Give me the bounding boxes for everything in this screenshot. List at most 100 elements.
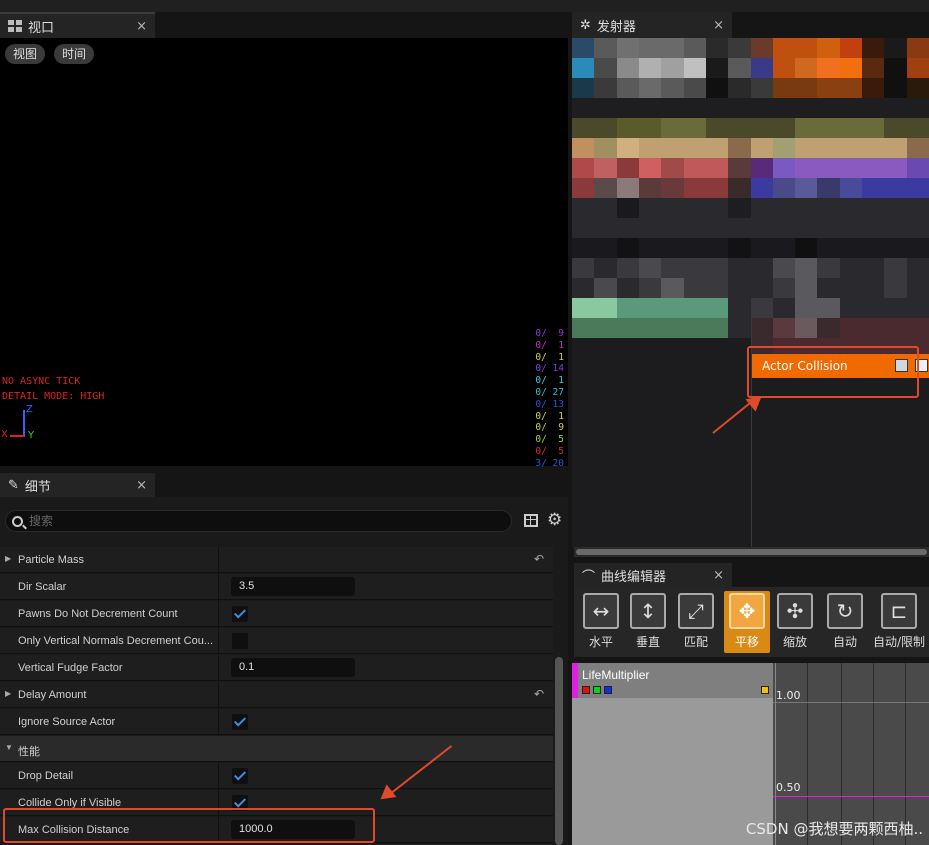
axis-y-label: Y bbox=[28, 430, 35, 441]
property-checkbox[interactable] bbox=[232, 768, 248, 784]
curve-icon: ⌒ bbox=[582, 569, 596, 585]
property-checkbox[interactable] bbox=[232, 606, 248, 622]
property-row-category[interactable]: ▼ 性能 bbox=[0, 736, 553, 762]
tool-label: 缩放 bbox=[782, 635, 807, 649]
tool-label: 平移 bbox=[734, 635, 759, 649]
property-row-only-vertical-normals-decrement-cou[interactable]: Only Vertical Normals Decrement Cou... bbox=[0, 628, 553, 654]
tool-fit-button[interactable]: ⤢ 匹配 bbox=[673, 591, 719, 653]
tab-details[interactable]: ✎ 细节 × bbox=[0, 473, 155, 497]
highlight-box bbox=[747, 346, 919, 398]
stat-line: 0/ 27 bbox=[535, 386, 564, 398]
tool-auto-tangent-button[interactable]: ↻ 自动 bbox=[822, 591, 868, 653]
tab-curve-editor-label: 曲线编辑器 bbox=[601, 569, 667, 585]
y-axis-label: 1.00 bbox=[776, 689, 801, 702]
stat-line: 0/ 9 bbox=[535, 328, 564, 339]
stat-line: 0/ 5 bbox=[535, 445, 564, 457]
emitter-icon: ✲ bbox=[580, 17, 591, 33]
property-row-delay-amount[interactable]: ▶ Delay Amount ↶ bbox=[0, 682, 553, 708]
tool-label: 水平 bbox=[588, 635, 613, 649]
property-checkbox[interactable] bbox=[232, 714, 248, 730]
reset-icon[interactable]: ↶ bbox=[534, 687, 544, 701]
stat-line: 0/ 1 bbox=[535, 339, 564, 351]
curve-channel-g[interactable] bbox=[593, 686, 601, 694]
tool-fit-vertical-button[interactable]: ↕ 垂直 bbox=[625, 591, 671, 653]
view-button[interactable]: 视图 bbox=[5, 44, 46, 64]
property-label: Vertical Fudge Factor bbox=[18, 662, 123, 674]
property-row-dir-scalar[interactable]: Dir Scalar 3.5 bbox=[0, 574, 553, 600]
pan-icon: ✥ bbox=[729, 593, 765, 629]
tab-emitter-label: 发射器 bbox=[596, 19, 636, 35]
gear-icon[interactable]: ⚙ bbox=[547, 510, 562, 530]
tool-pan-button[interactable]: ✥ 平移 bbox=[724, 591, 770, 653]
stat-line: 0/ 5 bbox=[535, 434, 564, 446]
search-box[interactable] bbox=[5, 510, 512, 532]
collapse-arrow-icon[interactable]: ▼ bbox=[5, 743, 13, 752]
close-icon[interactable]: × bbox=[136, 478, 147, 493]
fit-horizontal-icon: ↔ bbox=[583, 593, 619, 629]
details-panel: ⚙ ▶ Particle Mass ↶ Dir Scalar 3.5 Pawns Do N… bbox=[0, 497, 568, 845]
curve-name: LifeMultiplier bbox=[582, 668, 650, 682]
fit-icon: ⤢ bbox=[678, 593, 714, 629]
property-label: Dir Scalar bbox=[18, 581, 67, 593]
emitter-scrollbar[interactable] bbox=[574, 547, 929, 557]
property-row-particle-mass[interactable]: ▶ Particle Mass ↶ bbox=[0, 547, 553, 573]
table-view-icon[interactable] bbox=[524, 514, 538, 527]
axis-gizmo: Z X Y bbox=[1, 404, 46, 442]
tool-label: 自动/限制 bbox=[872, 635, 926, 649]
details-scrollbar[interactable] bbox=[555, 657, 563, 845]
tool-label: 自动 bbox=[832, 635, 857, 649]
curve-line[interactable] bbox=[773, 796, 929, 797]
async-tick-warning: NO ASYNC TICK bbox=[2, 376, 81, 387]
stat-line: 0/ 1 bbox=[535, 410, 564, 422]
viewport-icon bbox=[8, 20, 22, 32]
tool-fit-horizontal-button[interactable]: ↔ 水平 bbox=[578, 591, 624, 653]
property-label: Delay Amount bbox=[18, 689, 87, 701]
curve-channel-r[interactable] bbox=[582, 686, 590, 694]
tool-zoom-button[interactable]: ✣ 缩放 bbox=[772, 591, 818, 653]
expand-arrow-icon[interactable]: ▶ bbox=[5, 554, 11, 563]
number-input[interactable]: 3.5 bbox=[231, 577, 355, 596]
particle-stats: 0/ 9 0/ 1 0/ 1 0/ 14 0/ 1 0/ 27 0/ 13 0/ 1 0/ 90… bbox=[535, 328, 564, 470]
curve-item[interactable]: LifeMultiplier bbox=[572, 663, 773, 698]
stat-line: 3/ 20 bbox=[535, 457, 564, 469]
tab-viewport-label: 视口 bbox=[28, 20, 55, 36]
property-row-drop-detail[interactable]: Drop Detail bbox=[0, 763, 553, 789]
tool-label: 垂直 bbox=[635, 635, 660, 649]
property-label: Only Vertical Normals Decrement Cou... bbox=[18, 635, 214, 647]
axis-z-label: Z bbox=[26, 404, 33, 415]
close-icon[interactable]: × bbox=[136, 19, 147, 34]
pencil-icon: ✎ bbox=[8, 477, 19, 493]
y-axis-label: 0.50 bbox=[776, 781, 801, 794]
tab-curve-editor[interactable]: ⌒ 曲线编辑器 × bbox=[574, 563, 732, 587]
property-row-ignore-source-actor[interactable]: Ignore Source Actor bbox=[0, 709, 553, 735]
property-label: Drop Detail bbox=[18, 770, 74, 782]
search-icon bbox=[12, 515, 27, 529]
property-checkbox[interactable] bbox=[232, 633, 248, 649]
tool-auto-clamped-button[interactable]: ⊏ 自动/限制 bbox=[870, 591, 928, 653]
property-row-pawns-do-not-decrement-count[interactable]: Pawns Do Not Decrement Count bbox=[0, 601, 553, 627]
emitter-divider bbox=[751, 308, 752, 548]
curve-channel-b[interactable] bbox=[604, 686, 612, 694]
emitter-panel[interactable] bbox=[572, 38, 929, 548]
stat-line: 0/ 14 bbox=[535, 363, 564, 375]
tab-viewport[interactable]: 视口 × bbox=[0, 12, 155, 38]
property-label: Ignore Source Actor bbox=[18, 716, 116, 728]
close-icon[interactable]: × bbox=[713, 18, 724, 33]
top-bar bbox=[0, 0, 929, 12]
property-row-vertical-fudge-factor[interactable]: Vertical Fudge Factor 0.1 bbox=[0, 655, 553, 681]
fit-vertical-icon: ↕ bbox=[630, 593, 666, 629]
tab-details-label: 细节 bbox=[24, 479, 51, 495]
property-label: 性能 bbox=[18, 746, 40, 758]
number-input[interactable]: 0.1 bbox=[231, 658, 355, 677]
expand-arrow-icon[interactable]: ▶ bbox=[5, 689, 11, 698]
viewport[interactable]: 视图 时间 NO ASYNC TICK DETAIL MODE: HIGH Z … bbox=[0, 38, 568, 469]
curve-visibility-toggle[interactable] bbox=[761, 686, 769, 694]
watermark: CSDN @我想要两颗西柚.. bbox=[745, 820, 923, 838]
close-icon[interactable]: × bbox=[713, 568, 724, 583]
stat-line: 0/ 9 bbox=[535, 422, 564, 434]
search-input[interactable] bbox=[29, 514, 489, 528]
property-label: Particle Mass bbox=[18, 554, 85, 566]
reset-icon[interactable]: ↶ bbox=[534, 552, 544, 566]
time-button[interactable]: 时间 bbox=[54, 44, 95, 64]
tab-emitter[interactable]: ✲ 发射器 × bbox=[572, 12, 732, 38]
